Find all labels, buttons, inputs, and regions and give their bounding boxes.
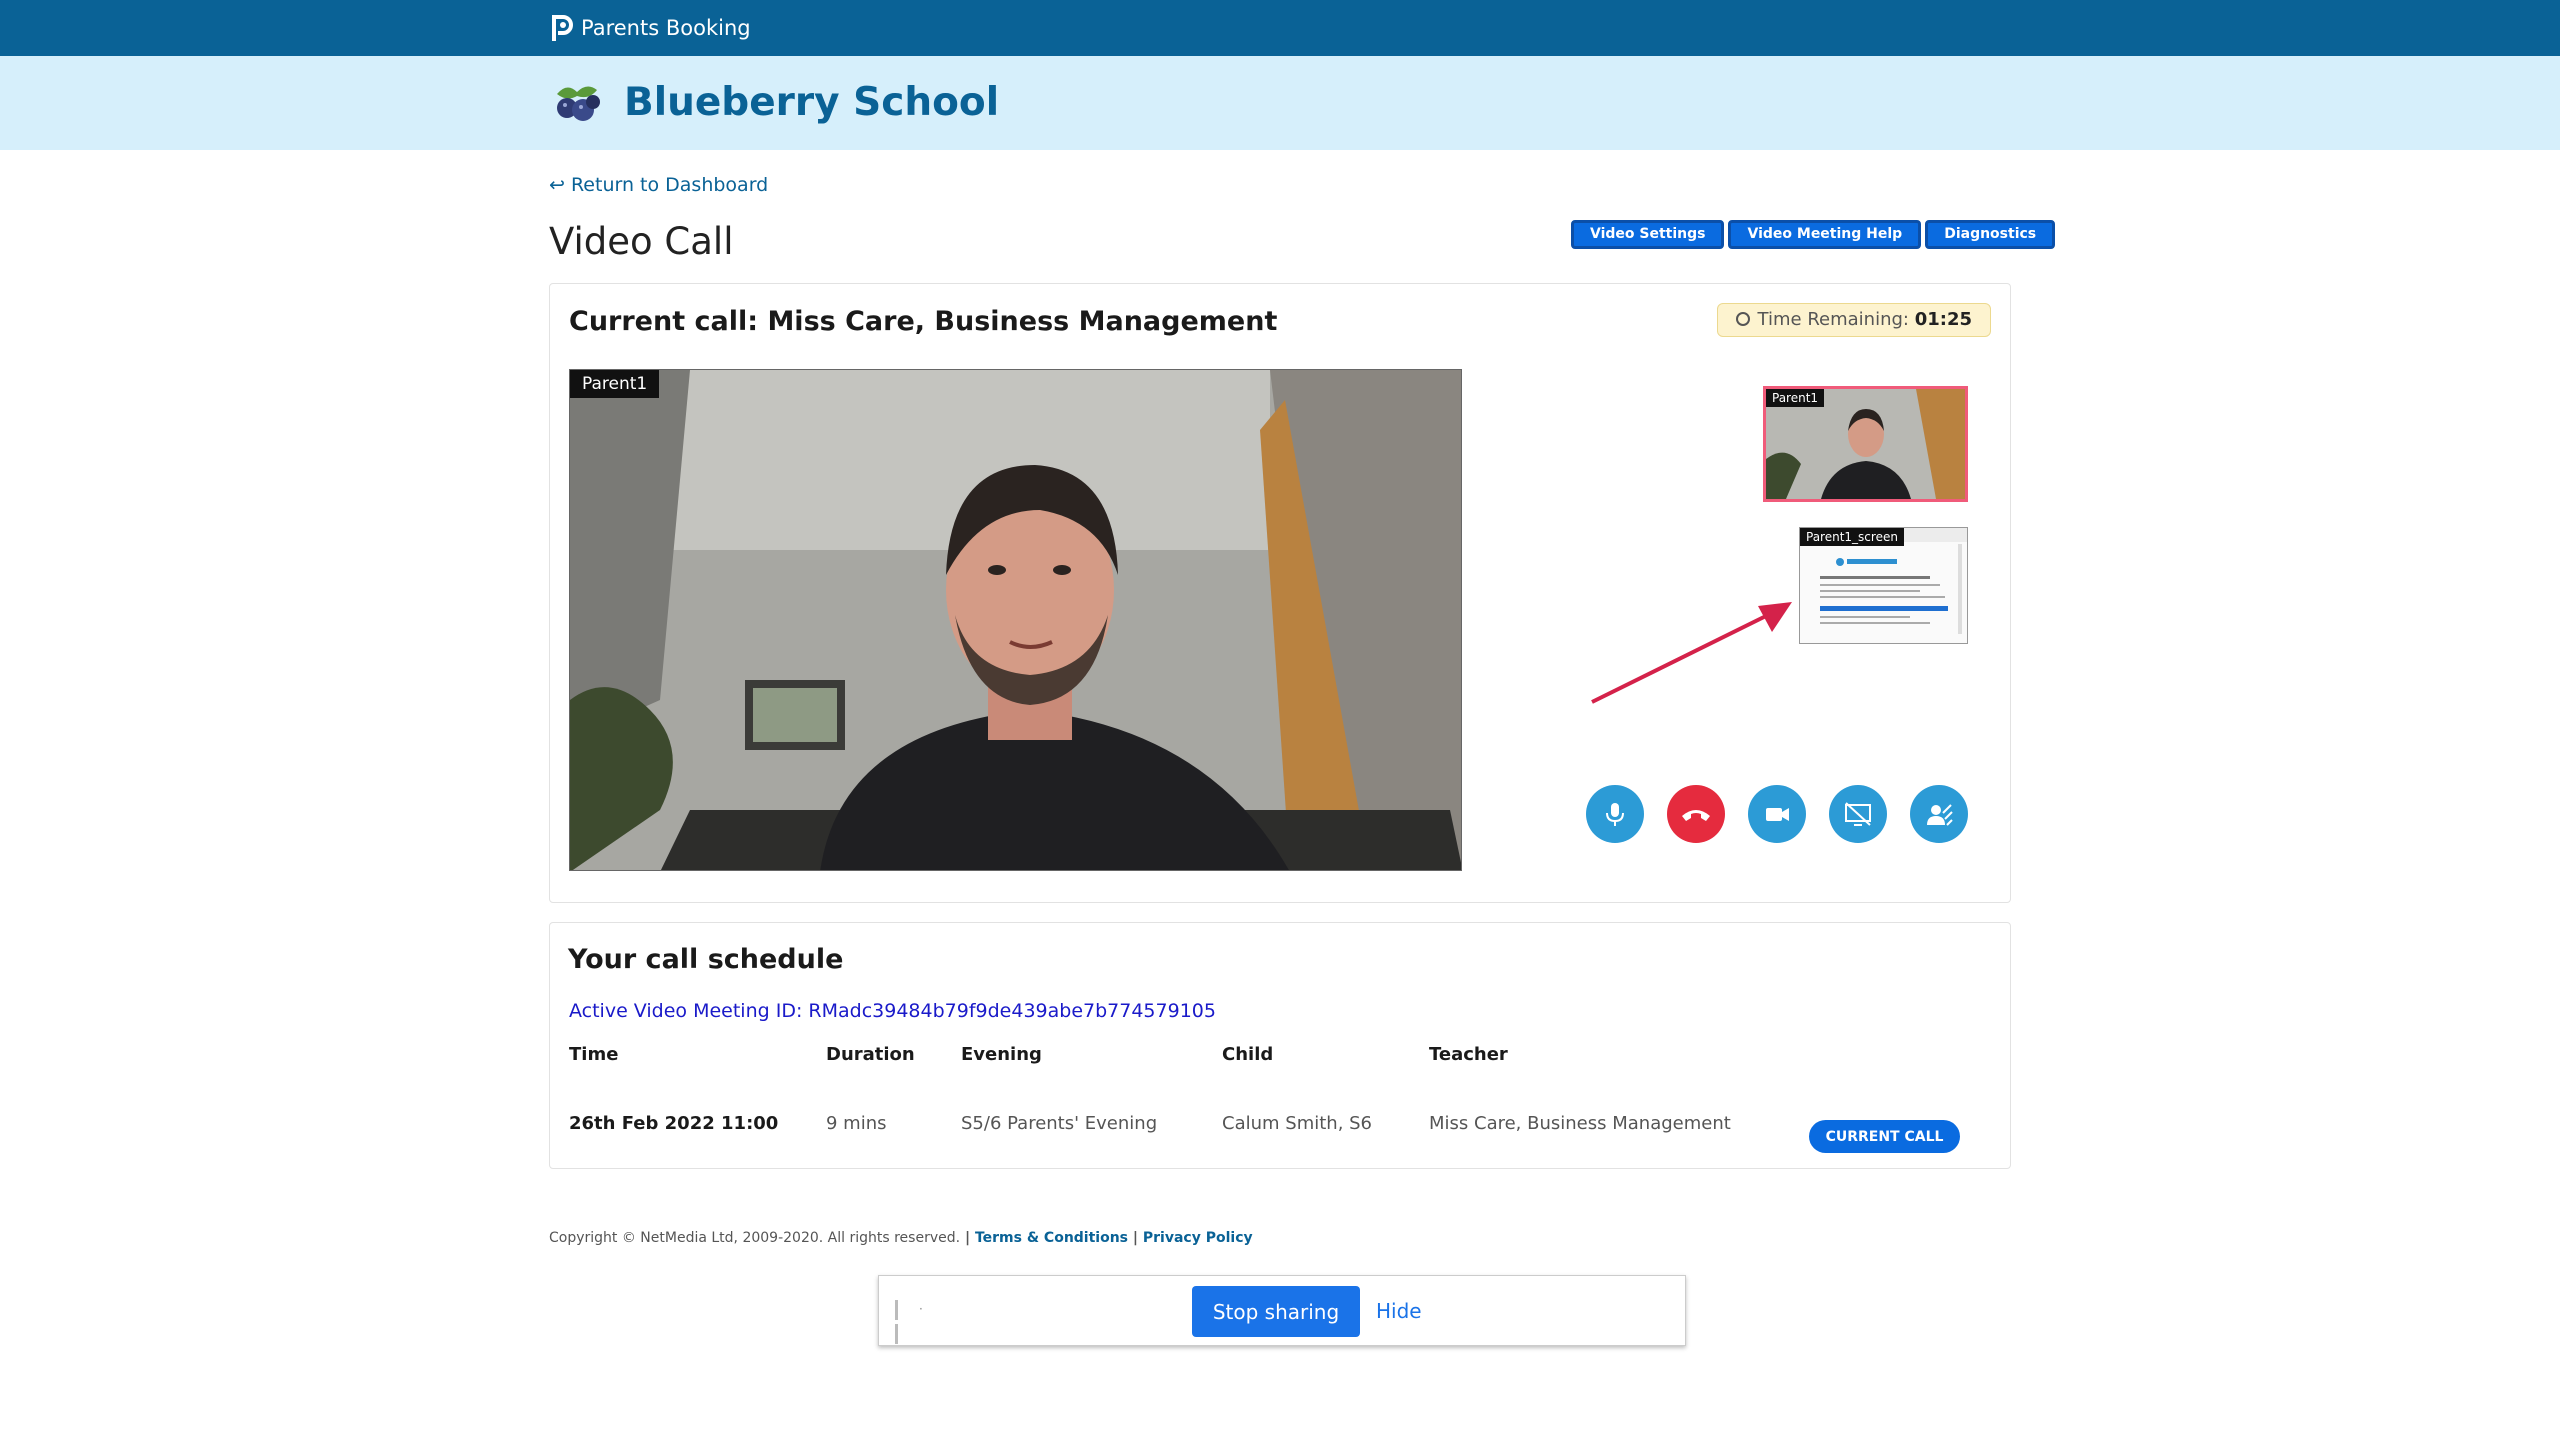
screen-share-off-icon — [1845, 802, 1871, 826]
column-header-time: Time — [569, 1044, 619, 1065]
footer-separator-2: | — [1128, 1230, 1143, 1246]
camera-button[interactable] — [1748, 785, 1806, 843]
screen-share-label: Parent1_screen — [1800, 528, 1904, 546]
screen-sharing-bar: · Stop sharing Hide — [878, 1275, 1686, 1346]
blueberry-logo-icon — [557, 86, 600, 121]
microphone-button[interactable] — [1586, 785, 1644, 843]
background-blur-icon — [1927, 804, 1953, 826]
current-call-title: Current call: Miss Care, Business Manage… — [569, 306, 1278, 337]
participant-thumbnail[interactable]: Parent1 — [1763, 386, 1968, 502]
thumbnail-label: Parent1 — [1766, 389, 1825, 407]
time-remaining-badge: Time Remaining: 01:25 — [1716, 303, 1991, 337]
footer: Copyright © NetMedia Ltd, 2009-2020. All… — [549, 1227, 1253, 1249]
screen-share-thumbnail[interactable]: Parent1_screen — [1799, 527, 1968, 644]
main-video-feed: Parent1 — [569, 369, 1462, 871]
school-name: Blueberry School — [624, 80, 1000, 125]
school-bar — [0, 56, 2560, 150]
column-header-evening: Evening — [961, 1044, 1042, 1065]
call-schedule-panel: Your call schedule Active Video Meeting … — [549, 922, 2011, 1169]
copyright-text: Copyright © NetMedia Ltd, 2009-2020. All… — [549, 1230, 961, 1246]
app-brand[interactable]: Parents Booking — [549, 12, 751, 44]
main-video-label: Parent1 — [570, 370, 660, 398]
row-time: 26th Feb 2022 11:00 — [569, 1113, 779, 1134]
sharing-indicator: · — [919, 1302, 923, 1316]
phone-hangup-icon — [1682, 810, 1710, 821]
timer-label: Time Remaining: — [1757, 309, 1909, 330]
blur-background-button[interactable] — [1910, 785, 1968, 843]
camera-icon — [1766, 808, 1789, 821]
column-header-teacher: Teacher — [1429, 1044, 1508, 1065]
app-name: Parents Booking — [581, 16, 751, 40]
timer-value: 01:25 — [1914, 309, 1972, 330]
privacy-link[interactable]: Privacy Policy — [1143, 1230, 1253, 1246]
footer-separator: | — [960, 1230, 975, 1246]
row-teacher: Miss Care, Business Management — [1429, 1113, 1731, 1134]
page-title: Video Call — [549, 220, 734, 263]
hang-up-button[interactable] — [1667, 785, 1725, 843]
row-evening: S5/6 Parents' Evening — [961, 1113, 1158, 1134]
terms-link[interactable]: Terms & Conditions — [975, 1230, 1128, 1246]
stop-sharing-button[interactable]: Stop sharing — [1192, 1286, 1360, 1337]
call-controls — [1586, 785, 1968, 843]
current-call-button[interactable]: CURRENT CALL — [1809, 1120, 1960, 1153]
top-bar: Parents Booking — [0, 0, 2560, 56]
stopwatch-icon — [1735, 312, 1750, 326]
current-call-panel: Current call: Miss Care, Business Manage… — [549, 283, 2011, 903]
toolbar: Video Settings Video Meeting Help Diagno… — [1571, 220, 2056, 249]
annotation-arrow-icon — [1591, 602, 1792, 704]
row-duration: 9 mins — [826, 1113, 887, 1134]
video-meeting-help-button[interactable]: Video Meeting Help — [1728, 220, 1922, 249]
active-meeting-id: Active Video Meeting ID: RMadc39484b79f9… — [569, 1000, 1216, 1022]
drag-handle-icon[interactable] — [895, 1300, 905, 1344]
column-header-child: Child — [1222, 1044, 1274, 1065]
diagnostics-button[interactable]: Diagnostics — [1925, 220, 2056, 249]
row-child: Calum Smith, S6 — [1222, 1113, 1373, 1134]
column-header-duration: Duration — [826, 1044, 915, 1065]
microphone-icon — [1606, 803, 1624, 826]
parents-booking-logo-icon — [552, 15, 573, 41]
return-to-dashboard-link[interactable]: ↩ Return to Dashboard — [549, 171, 768, 199]
schedule-title: Your call schedule — [568, 944, 844, 975]
hide-button[interactable]: Hide — [1376, 1286, 1422, 1337]
video-frame — [570, 370, 1461, 870]
screen-share-off-button[interactable] — [1829, 785, 1887, 843]
video-settings-button[interactable]: Video Settings — [1571, 220, 1725, 249]
